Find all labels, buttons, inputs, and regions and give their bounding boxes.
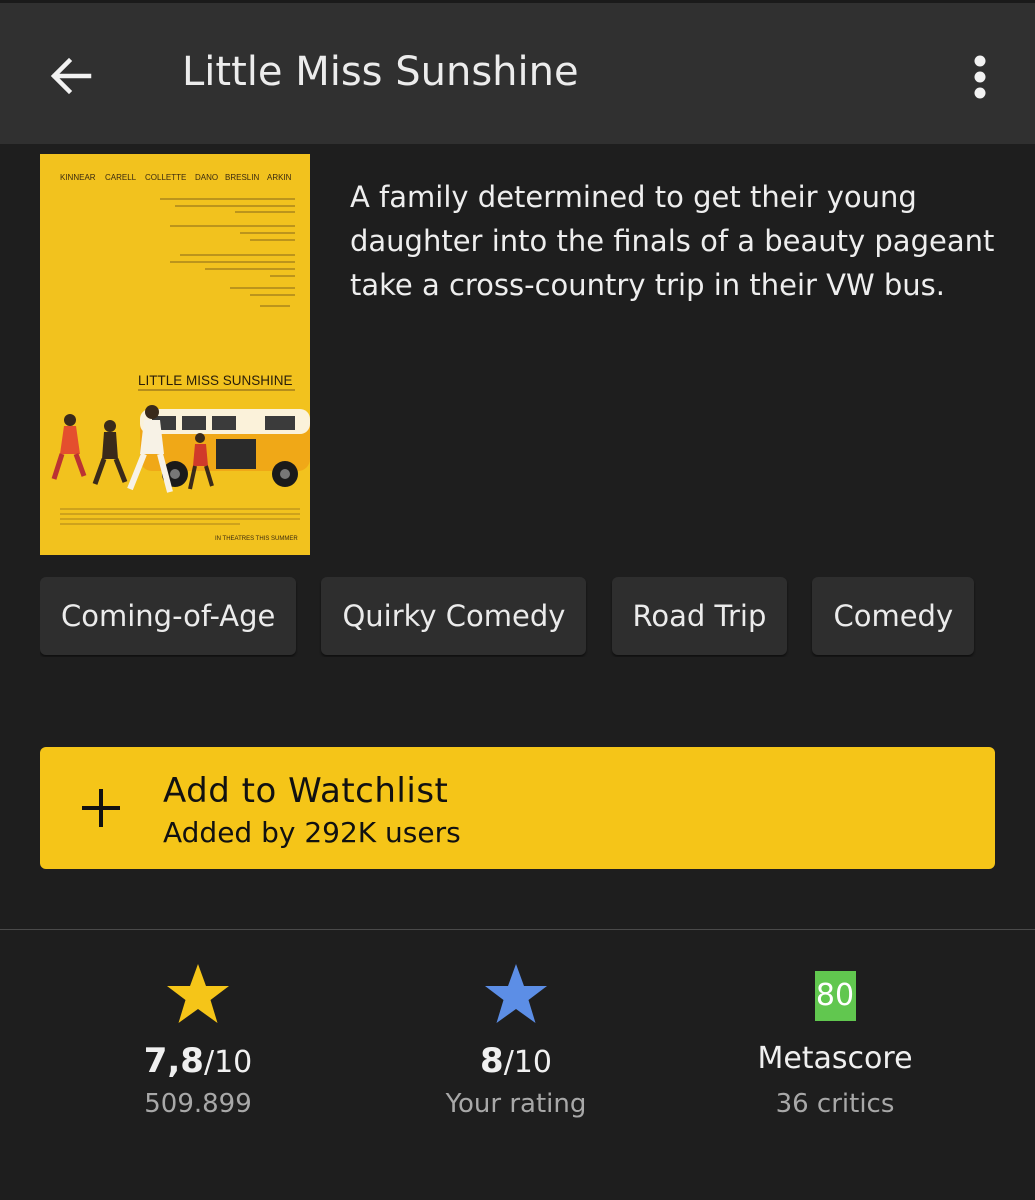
genre-chip[interactable]: Road Trip	[611, 577, 788, 655]
back-button[interactable]	[38, 43, 104, 109]
watchlist-count: Added by 292K users	[163, 816, 461, 849]
metascore-label: Metascore	[757, 1041, 913, 1076]
poster-bottom-text: IN THEATRES THIS SUMMER	[215, 536, 298, 542]
poster-cast-1: KINNEAR	[60, 173, 96, 182]
movie-poster[interactable]: KINNEAR CARELL COLLETTE DANO BRESLIN ARK…	[40, 154, 310, 555]
poster-cast-6: ARKIN	[267, 173, 292, 182]
your-rating-value: 8	[480, 1041, 504, 1081]
imdb-rating-value: 7,8	[143, 1041, 204, 1081]
metascore-badge: 80	[814, 971, 856, 1021]
genre-chips: Coming-of-Age Quirky Comedy Road Trip Co…	[40, 577, 995, 657]
more-vertical-icon	[974, 55, 986, 99]
your-rating-label: Your rating	[445, 1089, 587, 1119]
poster-cast-3: COLLETTE	[145, 173, 186, 182]
divider	[0, 929, 1035, 930]
watchlist-label: Add to Watchlist	[163, 771, 449, 811]
poster-cast-2: CARELL	[105, 173, 137, 182]
metascore-critics: 36 critics	[775, 1089, 895, 1119]
poster-image: KINNEAR CARELL COLLETTE DANO BRESLIN ARK…	[40, 154, 310, 555]
poster-title-text: LITTLE MISS SUNSHINE	[138, 373, 293, 388]
poster-cast-4: DANO	[195, 173, 218, 182]
star-icon	[167, 964, 229, 1023]
genre-chip[interactable]: Comedy	[812, 577, 975, 655]
add-to-watchlist-button[interactable]: Add to Watchlist Added by 292K users	[40, 747, 995, 869]
poster-cast-5: BRESLIN	[225, 173, 259, 182]
your-rating[interactable]: 8/10 Your rating	[356, 955, 676, 1119]
imdb-rating[interactable]: 7,8/10 509.899	[38, 955, 358, 1119]
genre-chip[interactable]: Quirky Comedy	[321, 577, 587, 655]
arrow-left-icon	[50, 57, 92, 95]
imdb-vote-count: 509.899	[144, 1089, 252, 1119]
genre-chip[interactable]: Coming-of-Age	[40, 577, 297, 655]
metascore[interactable]: 80 Metascore 36 critics	[675, 955, 995, 1119]
more-options-button[interactable]	[950, 47, 1010, 107]
plot-summary: A family determined to get their young d…	[350, 180, 995, 302]
star-icon	[485, 964, 547, 1023]
your-rating-suffix: /10	[503, 1045, 552, 1080]
plus-icon	[82, 789, 120, 827]
imdb-rating-suffix: /10	[203, 1045, 253, 1080]
page-title: Little Miss Sunshine	[182, 49, 579, 95]
app-bar: Little Miss Sunshine	[0, 0, 1035, 144]
